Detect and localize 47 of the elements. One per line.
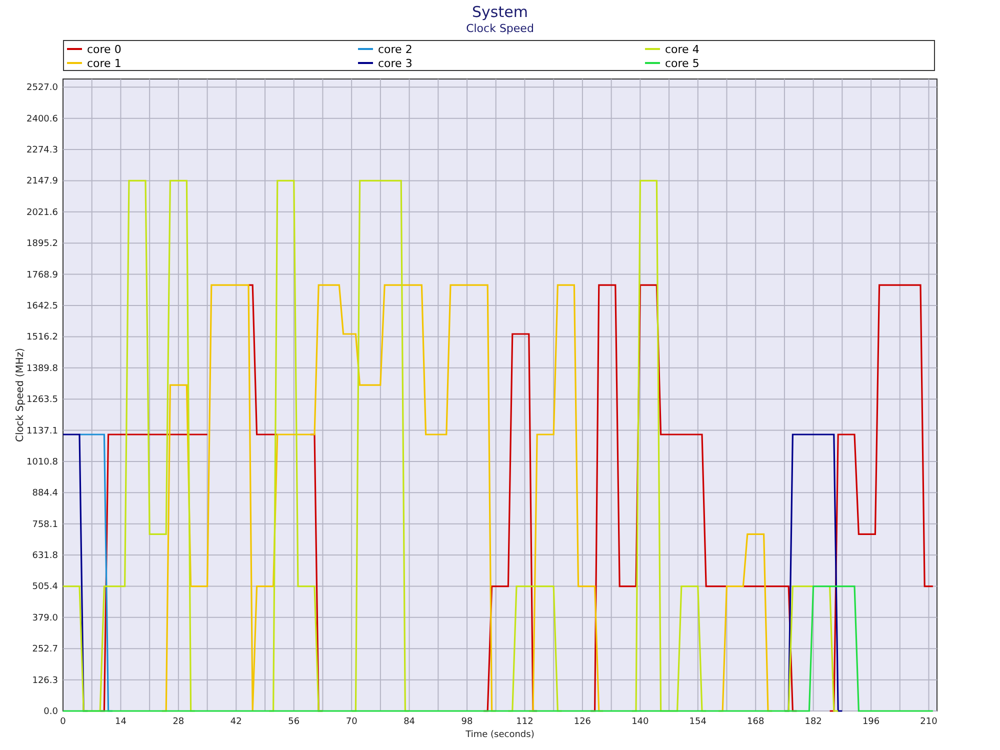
legend-label: core 5 [665,56,700,70]
y-tick-label: 2527.0 [26,83,58,94]
y-tick-label: 252.7 [32,644,58,655]
y-tick-label: 884.4 [32,488,58,499]
x-tick-label: 56 [288,717,300,727]
legend-label: core 4 [665,42,700,56]
y-tick-label: 379.0 [32,613,58,624]
y-tick-label: 2274.3 [26,146,58,156]
x-tick-label: 210 [920,717,938,727]
y-tick-label: 126.3 [32,676,58,686]
y-tick-label: 2147.9 [26,176,58,187]
x-tick-label: 112 [516,717,534,727]
legend-label: core 2 [378,42,412,56]
x-tick-label: 84 [404,717,416,727]
x-tick-label: 42 [230,717,242,727]
y-tick-label: 1768.9 [26,270,58,280]
y-tick-label: 505.4 [32,582,58,592]
legend-label: core 0 [87,42,122,56]
y-tick-label: 1642.5 [26,302,58,312]
x-tick-label: 0 [60,717,66,727]
y-tick-label: 0.0 [44,707,58,717]
chart-subtitle: Clock Speed [466,21,534,36]
x-tick-label: 126 [574,717,592,727]
y-tick-label: 631.8 [32,551,58,562]
y-tick-label: 1389.8 [26,364,58,374]
y-tick-label: 1895.2 [26,239,58,250]
x-tick-label: 196 [862,717,880,727]
x-tick-label: 154 [689,717,706,727]
y-tick-label: 1137.1 [26,426,58,436]
x-tick-label: 70 [346,717,358,727]
x-tick-label: 28 [172,717,184,727]
y-tick-label: 1010.8 [26,457,58,468]
x-axis-title: Time (seconds) [466,730,534,740]
chart-title: System [472,3,528,21]
x-tick-label: 168 [747,717,764,727]
y-tick-label: 758.1 [32,520,58,530]
legend-label: core 3 [378,56,412,70]
y-axis-title: Clock Speed (MHz) [15,348,26,442]
x-tick-label: 182 [804,717,822,727]
x-tick-label: 14 [115,717,126,727]
x-tick-label: 140 [632,717,649,727]
x-tick-label: 98 [461,717,473,727]
y-tick-label: 2400.6 [26,114,58,124]
y-tick-label: 1516.2 [26,332,58,343]
legend-label: core 1 [87,56,122,70]
y-tick-label: 1263.5 [26,395,58,406]
y-tick-label: 2021.6 [26,208,58,218]
